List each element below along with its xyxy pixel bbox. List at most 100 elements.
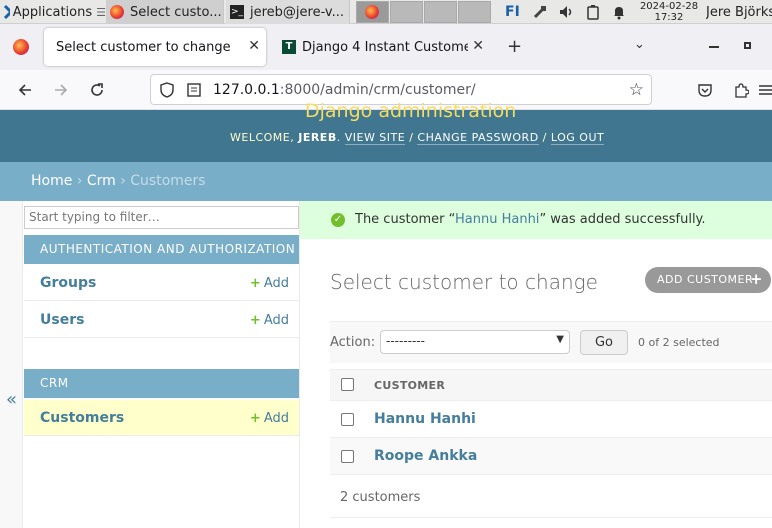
welcome-text: WELCOME, — [230, 131, 295, 144]
close-tab-icon[interactable]: ✕ — [472, 38, 484, 54]
user-menu[interactable]: Jere Björks — [706, 0, 772, 24]
module-caption-crm[interactable]: CRM — [24, 369, 299, 398]
log-out-link[interactable]: LOG OUT — [550, 131, 605, 145]
model-link-users[interactable]: Users — [40, 312, 84, 328]
admin-header: Django administration WELCOME, JEREB. VI… — [0, 100, 772, 162]
applications-label: Applications — [12, 4, 93, 20]
plus-icon: + — [249, 411, 261, 426]
message-prefix: The customer “ — [355, 212, 455, 227]
action-label: Action: — [330, 335, 376, 350]
message-suffix: ” was added successfully. — [539, 212, 706, 227]
url-path: :8000/admin/crm/customer/ — [279, 82, 476, 98]
desktop-panel: Applications ☰ Select custo... >_ jereb@… — [0, 0, 772, 24]
django-favicon-icon: T — [282, 40, 296, 54]
plus-icon: + — [249, 276, 261, 291]
actions-bar: Action: --------- ▼ Go 0 of 2 selected — [330, 321, 772, 363]
change-password-link[interactable]: CHANGE PASSWORD — [417, 131, 539, 145]
app-menu-icon[interactable] — [758, 78, 772, 102]
success-message: ✓ The customer “Hannu Hanhi” was added s… — [300, 201, 772, 239]
chevron-down-icon: ▼ — [556, 334, 564, 345]
workspace-1[interactable] — [356, 1, 389, 23]
task-label: Select custo... — [130, 4, 222, 20]
add-groups-link[interactable]: + Add — [250, 276, 289, 291]
keyboard-layout[interactable]: FI — [505, 0, 525, 24]
model-link-customers[interactable]: Customers — [40, 410, 124, 426]
selection-counter: 0 of 2 selected — [638, 336, 720, 349]
model-link-groups[interactable]: Groups — [40, 275, 96, 291]
breadcrumb: Home › Crm › Customers — [0, 162, 772, 201]
firefox-icon — [365, 5, 379, 19]
firefox-menu-icon[interactable] — [13, 39, 29, 55]
workspace-4[interactable] — [458, 1, 491, 23]
sidebar-item-users[interactable]: Users + Add — [24, 302, 299, 338]
username: JEREB — [298, 131, 337, 144]
site-branding[interactable]: Django administration — [305, 100, 516, 122]
new-tab-icon[interactable]: + — [507, 36, 522, 57]
maximize-icon[interactable] — [744, 42, 751, 49]
table-row: Hannu Hanhi — [330, 401, 772, 438]
page-info-icon[interactable] — [186, 82, 202, 98]
url-text[interactable]: 127.0.0.1:8000/admin/crm/customer/ — [213, 82, 476, 98]
list-all-tabs-icon[interactable]: ⌄ — [634, 37, 645, 52]
bookmark-star-icon[interactable]: ☆ — [629, 80, 644, 100]
success-check-icon: ✓ — [331, 213, 345, 227]
add-customer-button[interactable]: ADD CUSTOMER + — [645, 267, 771, 293]
customer-link[interactable]: Roope Ankka — [374, 448, 477, 464]
nav-filter-input[interactable]: Start typing to filter… — [24, 206, 299, 229]
reload-icon[interactable] — [85, 78, 109, 102]
table-header: CUSTOMER — [330, 369, 772, 401]
forward-icon[interactable] — [49, 78, 73, 102]
url-host: 127.0.0.1 — [213, 82, 280, 98]
sidebar-item-groups[interactable]: Groups + Add — [24, 265, 299, 301]
table-row: Roope Ankka — [330, 438, 772, 475]
firefox-icon — [110, 5, 124, 19]
add-label: Add — [263, 313, 289, 328]
tab-django-customer[interactable]: T Django 4 Instant Customer ✕ — [276, 28, 488, 66]
back-icon[interactable] — [13, 78, 37, 102]
tab-title: Django 4 Instant Customer — [302, 39, 468, 55]
clock-date: 2024-02-28 — [639, 1, 699, 12]
volume-icon[interactable] — [556, 0, 576, 24]
message-customer-link[interactable]: Hannu Hanhi — [455, 212, 539, 227]
collapse-sidebar-icon[interactable]: « — [6, 389, 17, 410]
module-caption-auth[interactable]: AUTHENTICATION AND AUTHORIZATION — [24, 235, 299, 264]
view-site-link[interactable]: VIEW SITE — [344, 131, 406, 145]
shield-icon[interactable] — [159, 82, 175, 98]
task-terminal[interactable]: >_ jereb@jere-v... — [226, 0, 350, 24]
clock[interactable]: 2024-02-28 17:32 — [638, 0, 700, 24]
workspace-3[interactable] — [424, 1, 457, 23]
notifications-bell-icon[interactable] — [609, 0, 629, 24]
nav-sidebar-toggle[interactable]: « — [0, 201, 23, 528]
sidebar-item-customers[interactable]: Customers + Add — [24, 400, 299, 436]
plus-icon: + — [249, 313, 261, 328]
go-button[interactable]: Go — [580, 330, 628, 355]
row-checkbox[interactable] — [341, 413, 354, 426]
customer-link[interactable]: Hannu Hanhi — [374, 411, 476, 427]
close-tab-icon[interactable]: ✕ — [248, 38, 260, 54]
network-icon[interactable] — [530, 0, 550, 24]
pocket-icon[interactable] — [693, 78, 717, 102]
paginator: 2 customers — [330, 480, 772, 518]
xfce-logo-icon — [3, 4, 10, 20]
tab-title: Select customer to change | Django site … — [56, 39, 236, 55]
column-header-customer[interactable]: CUSTOMER — [374, 379, 445, 392]
action-select-value: --------- — [386, 334, 425, 348]
workspace-2[interactable] — [390, 1, 423, 23]
tab-select-customer[interactable]: Select customer to change | Django site … — [44, 28, 266, 66]
row-checkbox[interactable] — [341, 450, 354, 463]
add-users-link[interactable]: + Add — [250, 313, 289, 328]
battery-icon[interactable] — [583, 0, 603, 24]
add-customers-link[interactable]: + Add — [250, 411, 289, 426]
breadcrumb-crm[interactable]: Crm — [87, 173, 116, 189]
clock-time: 17:32 — [654, 12, 684, 23]
extensions-icon[interactable] — [729, 78, 753, 102]
task-firefox[interactable]: Select custo... — [106, 0, 224, 24]
select-all-checkbox[interactable] — [341, 378, 354, 391]
breadcrumb-customers: Customers — [130, 173, 206, 189]
minimize-icon[interactable] — [709, 46, 719, 48]
breadcrumb-home[interactable]: Home — [31, 173, 72, 189]
menu-separator-icon: ☰ — [96, 5, 106, 19]
action-select[interactable]: --------- ▼ — [380, 330, 570, 354]
plus-icon: + — [749, 270, 763, 288]
applications-menu[interactable]: Applications ☰ — [0, 0, 106, 24]
